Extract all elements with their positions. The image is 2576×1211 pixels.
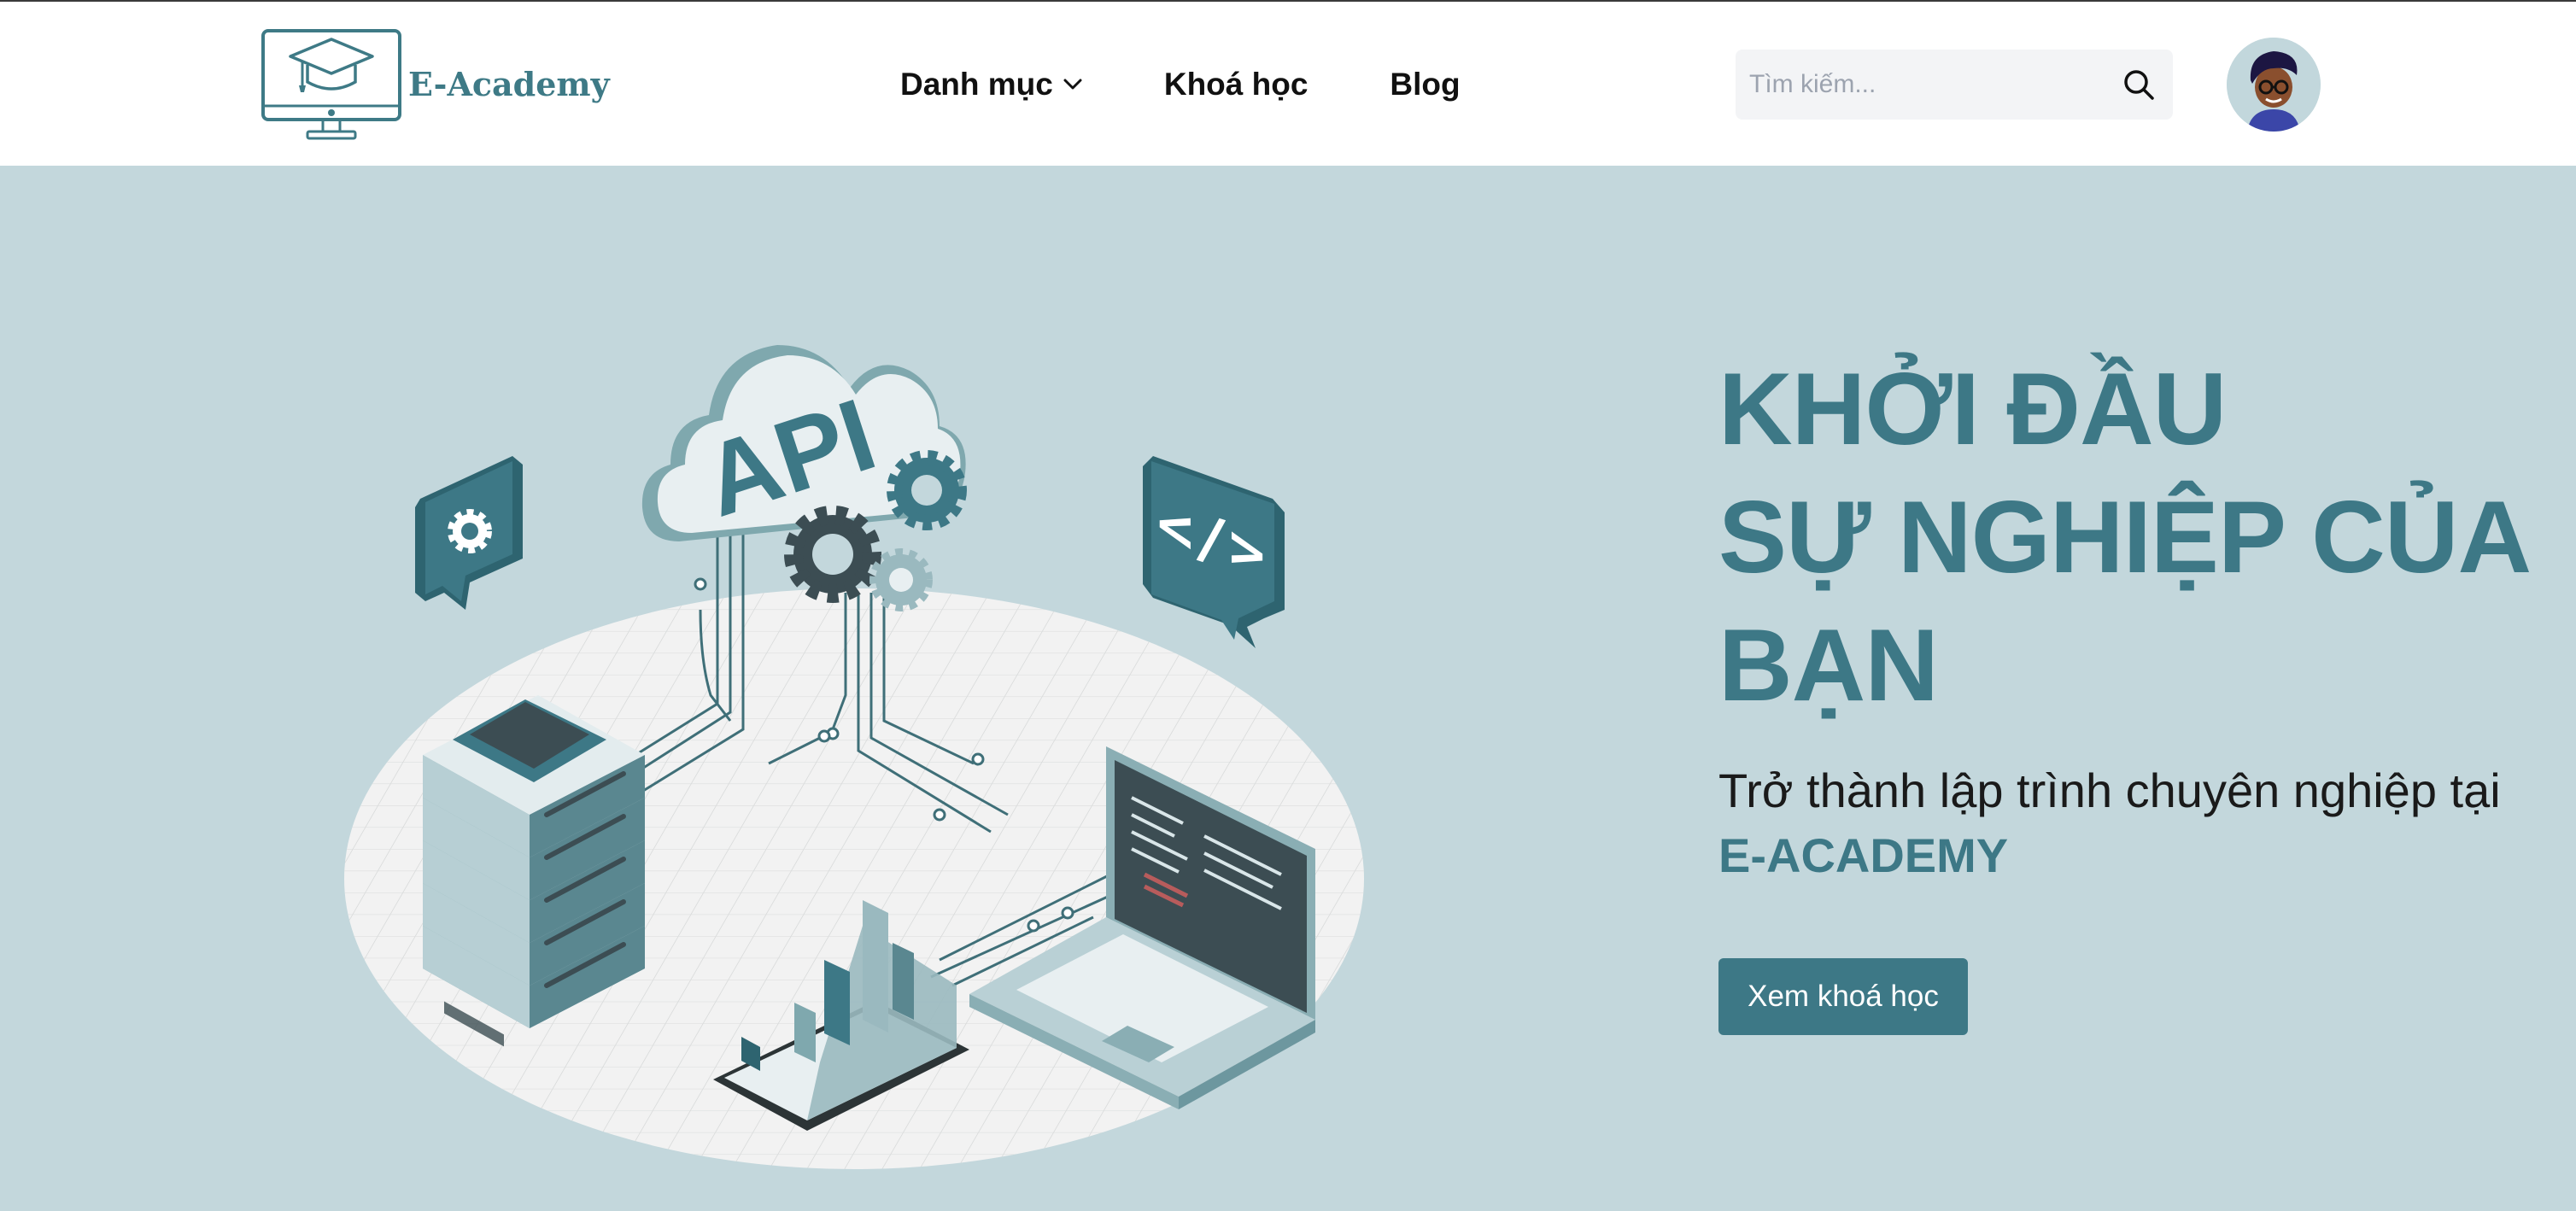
nav-item-khoa-hoc[interactable]: Khoá học xyxy=(1164,67,1308,102)
hero-subline: Trở thành lập trình chuyên nghiệp tại E-… xyxy=(1718,758,2538,888)
nav-item-blog[interactable]: Blog xyxy=(1390,67,1460,102)
logo[interactable]: E-Academy xyxy=(260,26,618,145)
headline-line: SỰ NGHIỆP CỦA xyxy=(1718,480,2532,594)
graduation-cap-monitor-icon xyxy=(261,29,401,140)
nav-item-label: Khoá học xyxy=(1163,67,1308,102)
main-nav: Danh mục Khoá học Blog xyxy=(900,55,1461,114)
view-courses-button[interactable]: Xem khoá học xyxy=(1718,958,1968,1035)
subline-brand: E-ACADEMY xyxy=(1718,828,2009,882)
search-box xyxy=(1736,50,2173,120)
search-input[interactable] xyxy=(1736,69,2122,100)
search-icon[interactable] xyxy=(2122,67,2156,102)
avatar[interactable] xyxy=(2227,38,2321,132)
code-icon: </> xyxy=(1143,456,1285,648)
subline-text: Trở thành lập trình chuyên nghiệp tại xyxy=(1718,763,2501,817)
nav-item-danh-muc[interactable]: Danh mục xyxy=(900,67,1082,102)
settings-bubble xyxy=(415,456,523,610)
headline-line: BẠN xyxy=(1718,608,1939,723)
user-avatar-icon xyxy=(2227,38,2321,132)
hero-illustration: API </> xyxy=(344,345,1364,1169)
nav-item-label: Blog xyxy=(1390,67,1461,102)
hero-section: API </> KHỞI ĐẦU SỰ NGHIỆP CỦA BẠN Trở t… xyxy=(0,166,2576,1211)
chevron-down-icon xyxy=(1063,79,1082,90)
logo-text: E-Academy xyxy=(408,64,610,103)
hero-headline: KHỞI ĐẦU SỰ NGHIỆP CỦA BẠN xyxy=(1718,345,2556,729)
headline-line: KHỞI ĐẦU xyxy=(1718,352,2227,466)
site-header: E-Academy Danh mục Khoá học Blog xyxy=(0,2,2576,166)
nav-item-label: Danh mục xyxy=(900,67,1053,102)
